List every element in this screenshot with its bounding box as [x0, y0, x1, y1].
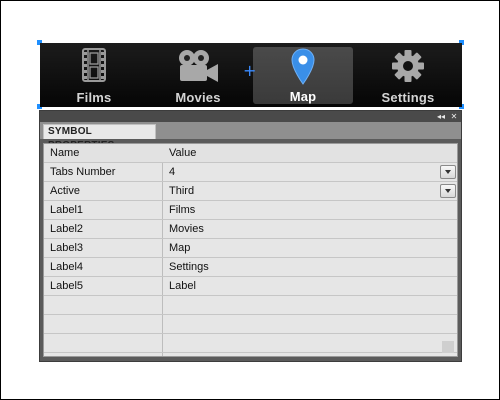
panel-titlebar[interactable]: ◂◂ ✕ [40, 111, 461, 122]
tab-label: Settings [381, 90, 435, 105]
resize-grip-icon[interactable] [442, 341, 454, 353]
table-row[interactable]: Label3 Map [44, 239, 457, 258]
property-name: Label4 [50, 261, 84, 273]
movie-camera-icon [176, 48, 220, 89]
empty-row [44, 296, 457, 315]
tabs-number-dropdown-button[interactable] [440, 165, 456, 179]
symbol-properties-panel: ◂◂ ✕ SYMBOL PROPERTIES Name Value Tabs N… [39, 110, 462, 362]
tab-settings[interactable]: Settings [358, 43, 458, 107]
column-header-name[interactable]: Name [50, 144, 79, 162]
property-name: Label5 [50, 280, 84, 292]
tab-symbol-properties[interactable]: SYMBOL PROPERTIES [43, 124, 156, 151]
add-tab-icon[interactable]: + [243, 63, 256, 79]
property-value[interactable]: Movies [169, 220, 204, 238]
property-value[interactable]: Films [169, 201, 195, 219]
panel-tabstrip: SYMBOL PROPERTIES [40, 122, 461, 151]
property-value[interactable]: Map [169, 239, 190, 257]
property-value[interactable]: Label [169, 277, 196, 295]
map-pin-icon [290, 47, 316, 92]
tab-label: Movies [175, 90, 221, 105]
close-panel-icon[interactable]: ✕ [448, 111, 460, 122]
tab-label: Films [76, 90, 112, 105]
gear-icon [390, 48, 426, 89]
property-name: Active [50, 185, 80, 197]
table-row[interactable]: Label4 Settings [44, 258, 457, 277]
table-row[interactable]: Label2 Movies [44, 220, 457, 239]
grid-header-row: Name Value [44, 144, 457, 163]
property-value[interactable]: Third [169, 182, 194, 200]
properties-grid: Name Value Tabs Number 4 Active Third La… [43, 143, 458, 357]
table-row[interactable]: Label1 Films [44, 201, 457, 220]
tab-map[interactable]: Map [253, 47, 353, 104]
property-name: Label1 [50, 204, 84, 216]
empty-row [44, 334, 457, 353]
tab-movies[interactable]: Movies [148, 43, 248, 107]
tab-label: Map [289, 89, 317, 104]
column-header-value[interactable]: Value [169, 144, 196, 162]
table-row[interactable]: Label5 Label [44, 277, 457, 296]
tab-films[interactable]: Films [44, 43, 144, 107]
collapse-panel-icon[interactable]: ◂◂ [435, 111, 447, 122]
film-strip-icon [80, 48, 108, 87]
table-row[interactable]: Active Third [44, 182, 457, 201]
property-name: Label2 [50, 223, 84, 235]
property-name: Label3 [50, 242, 84, 254]
active-dropdown-button[interactable] [440, 184, 456, 198]
empty-row [44, 315, 457, 334]
table-row[interactable]: Tabs Number 4 [44, 163, 457, 182]
property-value[interactable]: 4 [169, 163, 175, 181]
property-value[interactable]: Settings [169, 258, 209, 276]
property-name: Tabs Number [50, 166, 116, 178]
